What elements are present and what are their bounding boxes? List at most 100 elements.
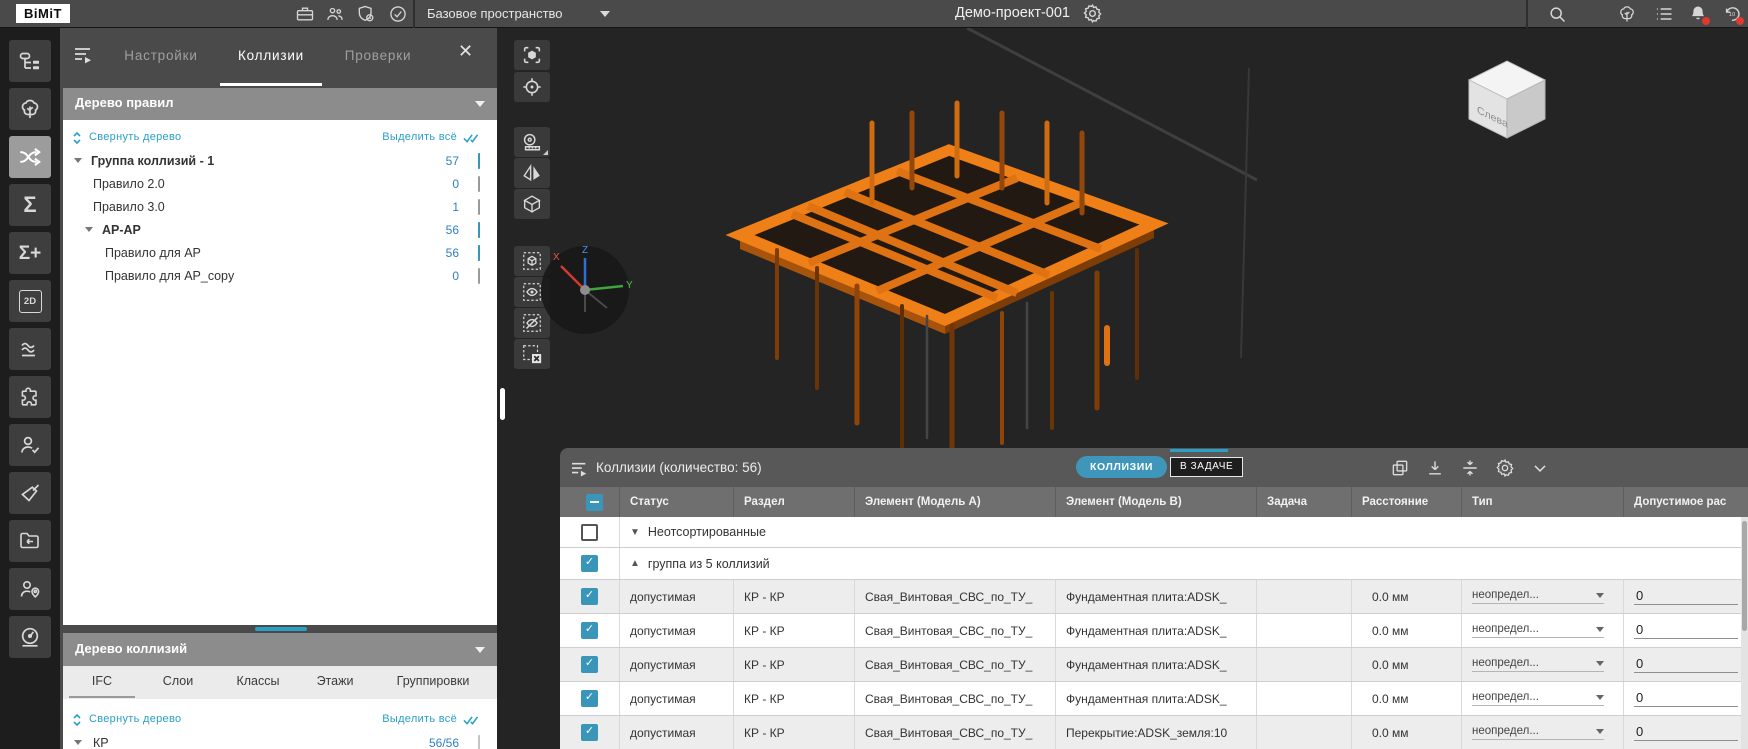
type-dropdown[interactable]: неопредел... xyxy=(1472,623,1604,638)
type-dropdown[interactable]: неопредел... xyxy=(1472,725,1604,740)
shuffle-icon[interactable] xyxy=(9,136,51,178)
rule-node[interactable]: АР-АР 56 xyxy=(63,219,497,242)
col-distance[interactable]: Расстояние xyxy=(1352,487,1462,517)
table-row[interactable]: допустимая КР - КР Свая_Винтовая_СВС_по_… xyxy=(560,580,1748,614)
rule-node[interactable]: Группа коллизий - 1 57 xyxy=(63,150,497,173)
collisions-button[interactable]: КОЛЛИЗИИ xyxy=(1076,456,1167,478)
collapse-section-icon[interactable] xyxy=(475,647,485,653)
briefcase-icon[interactable] xyxy=(295,4,315,24)
allowed-distance-input[interactable]: 0 xyxy=(1634,724,1738,741)
tab-floors[interactable]: Этажи xyxy=(307,674,363,688)
allowed-distance-input[interactable]: 0 xyxy=(1634,622,1738,639)
group-checkbox[interactable] xyxy=(581,555,598,572)
row-checkbox[interactable] xyxy=(581,724,598,741)
rule-node[interactable]: Правило для АР_copy 0 xyxy=(63,265,497,288)
person-pin-icon[interactable] xyxy=(9,568,51,610)
node-checkbox[interactable] xyxy=(478,176,480,192)
caret-down-icon[interactable] xyxy=(85,227,93,232)
table-row[interactable]: допустимая КР - КР Свая_Винтовая_СВС_по_… xyxy=(560,614,1748,648)
type-dropdown[interactable]: неопредел... xyxy=(1472,657,1604,672)
node-checkbox[interactable] xyxy=(478,245,480,261)
in-task-button[interactable]: В ЗАДАЧЕ xyxy=(1170,457,1243,477)
node-checkbox[interactable] xyxy=(478,222,480,238)
copy-icon[interactable] xyxy=(1390,458,1410,478)
puzzle-icon[interactable] xyxy=(9,376,51,418)
rules-tree-header[interactable]: Дерево правил xyxy=(63,88,497,120)
splitter-handle[interactable] xyxy=(500,388,505,420)
col-element-b[interactable]: Элемент (Модель В) xyxy=(1056,487,1257,517)
allowed-distance-input[interactable]: 0 xyxy=(1634,588,1738,605)
allowed-distance-input[interactable]: 0 xyxy=(1634,690,1738,707)
search-icon[interactable] xyxy=(1547,4,1567,24)
axis-gizmo[interactable]: X Y Z xyxy=(537,242,633,338)
focus-icon[interactable] xyxy=(514,40,550,70)
collapse-panel-icon[interactable] xyxy=(1530,458,1550,478)
row-checkbox[interactable] xyxy=(581,588,598,605)
allowed-distance-input[interactable]: 0 xyxy=(1634,656,1738,673)
sigma-plus-icon[interactable]: Σ+ xyxy=(9,232,51,274)
close-icon[interactable]: ✕ xyxy=(458,42,473,60)
trowel-icon[interactable] xyxy=(9,472,51,514)
settings-gear-icon[interactable] xyxy=(1495,458,1515,478)
type-dropdown[interactable]: неопредел... xyxy=(1472,589,1604,604)
node-checkbox[interactable] xyxy=(478,199,480,215)
bimit-logo[interactable]: BiMiT xyxy=(16,4,70,23)
workspace-selector[interactable]: Базовое пространство xyxy=(427,6,563,21)
double-check-icon[interactable] xyxy=(463,132,483,144)
group-collapsed-icon[interactable]: ▼ xyxy=(630,527,640,538)
fit-rows-icon[interactable] xyxy=(1460,458,1480,478)
double-check-icon[interactable] xyxy=(463,714,483,726)
gauge-icon[interactable] xyxy=(9,616,51,658)
measure-icon[interactable] xyxy=(514,127,550,157)
waves-icon[interactable] xyxy=(9,328,51,370)
ifc-root-node[interactable]: КР 56/56 xyxy=(63,732,497,749)
row-checkbox[interactable] xyxy=(581,656,598,673)
collapse-section-icon[interactable] xyxy=(475,101,485,107)
col-type[interactable]: Тип xyxy=(1462,487,1624,517)
col-element-a[interactable]: Элемент (Модель А) xyxy=(855,487,1056,517)
shield-clock-icon[interactable] xyxy=(356,4,376,24)
tab-layers[interactable]: Слои xyxy=(151,674,205,688)
select-all-link[interactable]: Выделить всё xyxy=(382,131,457,143)
project-settings-gear-icon[interactable] xyxy=(1082,3,1102,23)
tab-collisions[interactable]: Коллизии xyxy=(223,48,319,63)
table-row[interactable]: допустимая КР - КР Свая_Винтовая_СВС_по_… xyxy=(560,648,1748,682)
panel-resize-handle[interactable] xyxy=(255,627,307,631)
team-icon[interactable] xyxy=(325,4,345,24)
flip-section-icon[interactable] xyxy=(514,158,550,188)
collapse-tree-icon[interactable] xyxy=(72,713,82,727)
folder-share-icon[interactable] xyxy=(9,520,51,562)
box-section-icon[interactable] xyxy=(514,189,550,219)
tab-classes[interactable]: Классы xyxy=(225,674,291,688)
col-allowed-distance[interactable]: Допустимое рас xyxy=(1624,487,1748,517)
collisions-tree-header[interactable]: Дерево коллизий xyxy=(63,633,497,666)
group-row-collision-group[interactable]: ▲группа из 5 коллизий xyxy=(560,548,1748,580)
tab-ifc[interactable]: IFC xyxy=(73,674,131,688)
list-icon[interactable] xyxy=(1654,4,1674,24)
node-checkbox[interactable] xyxy=(478,268,480,284)
col-section[interactable]: Раздел xyxy=(734,487,855,517)
tree-icon[interactable] xyxy=(9,88,51,130)
caret-down-icon[interactable] xyxy=(74,740,82,745)
col-status[interactable]: Статус xyxy=(620,487,734,517)
node-checkbox[interactable] xyxy=(478,735,480,749)
tab-checks[interactable]: Проверки xyxy=(332,48,424,63)
check-circle-icon[interactable] xyxy=(388,4,408,24)
table-scrollbar[interactable] xyxy=(1741,517,1748,749)
rule-node[interactable]: Правило 3.0 1 xyxy=(63,196,497,219)
collapse-tree-link[interactable]: Свернуть дерево xyxy=(89,131,181,143)
bell-icon[interactable] xyxy=(1688,4,1708,24)
tab-settings[interactable]: Настройки xyxy=(115,48,207,63)
target-icon[interactable] xyxy=(514,72,550,102)
group-row-unsorted[interactable]: ▼Неотсортированные xyxy=(560,517,1748,548)
select-all-link[interactable]: Выделить всё xyxy=(382,713,457,725)
rule-node[interactable]: Правило для АР 56 xyxy=(63,242,497,265)
sheet-2d-icon[interactable]: 2D xyxy=(9,280,51,322)
sigma-icon[interactable]: Σ xyxy=(9,184,51,226)
rule-node[interactable]: Правило 2.0 0 xyxy=(63,173,497,196)
table-row[interactable]: допустимая КР - КР Свая_Винтовая_СВС_по_… xyxy=(560,682,1748,716)
hierarchy-icon[interactable] xyxy=(9,40,51,82)
select-all-checkbox[interactable] xyxy=(586,494,603,511)
history-icon[interactable]: 10 xyxy=(1722,4,1742,24)
clear-selection-icon[interactable] xyxy=(514,339,550,369)
